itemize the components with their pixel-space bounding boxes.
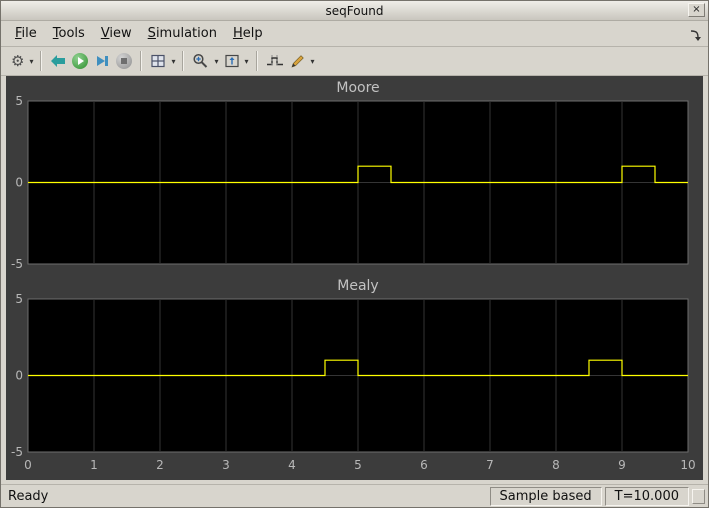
x-tick-label: 0 [24, 458, 32, 472]
stop-square [121, 58, 128, 64]
toolbar-separator [255, 51, 258, 71]
play-triangle [78, 57, 85, 65]
close-button[interactable]: × [688, 3, 705, 17]
step-forward-icon [97, 56, 109, 66]
x-tick-label: 4 [288, 458, 296, 472]
magnifier-icon [193, 53, 208, 68]
pencil-icon [291, 55, 304, 68]
sim-time-badge: T=10.000 [604, 486, 689, 506]
toolbar-separator [140, 51, 143, 71]
y-tick-label: 0 [15, 176, 23, 190]
toolbar: ⚙ ▾ ▾ ▾ ▾ ▾ [1, 46, 708, 76]
resize-grip[interactable] [692, 488, 705, 504]
menu-items: File Tools View Simulation Help [7, 24, 271, 43]
status-message: Ready [8, 488, 49, 504]
x-tick-label: 9 [618, 458, 626, 472]
zoom-button[interactable] [189, 49, 212, 73]
y-tick-label: -5 [11, 445, 23, 459]
x-tick-label: 5 [354, 458, 362, 472]
configuration-properties-dropdown[interactable]: ▾ [27, 49, 35, 73]
stop-icon [116, 53, 133, 69]
layout-group: ▾ [147, 49, 177, 73]
toolbar-separator [40, 51, 43, 71]
y-tick-label: -5 [11, 257, 23, 271]
cursor-measurements-button[interactable] [263, 49, 287, 73]
layout-grid-icon [151, 54, 166, 68]
menu-file[interactable]: File [7, 24, 45, 43]
measurements-group: ▾ [287, 49, 317, 73]
chevron-down-icon: ▾ [214, 56, 219, 66]
y-tick-label: 5 [15, 292, 23, 306]
y-tick-label: 0 [15, 369, 23, 383]
scope-panel: Moore -5 0 5 Mealy -5 0 5 0 1 2 3 4 5 6 7 8 9 10 [6, 76, 703, 480]
stop-button[interactable] [113, 49, 135, 73]
layout-dropdown[interactable]: ▾ [169, 49, 177, 73]
play-icon [72, 53, 89, 69]
measurements-button[interactable] [287, 49, 309, 73]
scale-axes-dropdown[interactable]: ▾ [243, 49, 251, 73]
plot-title-mealy: Mealy [337, 278, 378, 294]
menu-simulation[interactable]: Simulation [140, 24, 225, 43]
configuration-properties-button[interactable]: ⚙ [8, 49, 27, 73]
menubar: File Tools View Simulation Help [1, 21, 708, 46]
run-button[interactable] [69, 49, 91, 73]
chevron-down-icon: ▾ [310, 56, 315, 66]
step-forward-button[interactable] [91, 49, 113, 73]
scope-window: seqFound × File Tools View Simulation Help ⚙… [0, 0, 709, 508]
chevron-down-icon: ▾ [171, 56, 176, 66]
x-tick-label: 3 [222, 458, 230, 472]
back-arrow-icon [51, 55, 66, 67]
autoscale-icon [224, 54, 239, 68]
scale-axes-group: ▾ [221, 49, 251, 73]
x-tick-label: 1 [90, 458, 98, 472]
configuration-properties-group: ⚙ ▾ [8, 49, 35, 73]
zoom-dropdown[interactable]: ▾ [212, 49, 220, 73]
measurements-dropdown[interactable]: ▾ [309, 49, 317, 73]
layout-button[interactable] [147, 49, 169, 73]
chevron-down-icon: ▾ [29, 56, 34, 66]
x-tick-label: 7 [486, 458, 494, 472]
menu-view[interactable]: View [93, 24, 140, 43]
scope-area: Moore -5 0 5 Mealy -5 0 5 0 1 2 3 4 5 6 7 8 9 10 [1, 76, 708, 484]
menu-help[interactable]: Help [225, 24, 271, 43]
titlebar: seqFound × [1, 1, 708, 21]
zoom-group: ▾ [189, 49, 220, 73]
gear-icon: ⚙ [11, 52, 25, 70]
sample-mode-badge: Sample based [489, 486, 602, 506]
chevron-down-icon: ▾ [244, 56, 249, 66]
y-tick-label: 5 [15, 94, 23, 108]
x-tick-label: 10 [680, 458, 695, 472]
toolbar-separator [182, 51, 185, 71]
menu-tools[interactable]: Tools [45, 24, 93, 43]
window-title: seqFound [325, 3, 384, 18]
x-tick-label: 2 [156, 458, 164, 472]
x-tick-label: 8 [552, 458, 560, 472]
highlight-simulink-block-button[interactable] [47, 49, 69, 73]
scope-canvas[interactable]: Moore-505Mealy-5050 1 2 3 4 5 6 7 8 9 10 [6, 76, 703, 480]
cursor-measurements-icon [266, 55, 283, 67]
undock-icon[interactable] [689, 26, 701, 45]
plot-title-moore: Moore [336, 80, 379, 96]
x-tick-label: 6 [420, 458, 428, 472]
scale-axes-button[interactable] [221, 49, 243, 73]
statusbar: Ready Sample based T=10.000 [1, 484, 708, 507]
